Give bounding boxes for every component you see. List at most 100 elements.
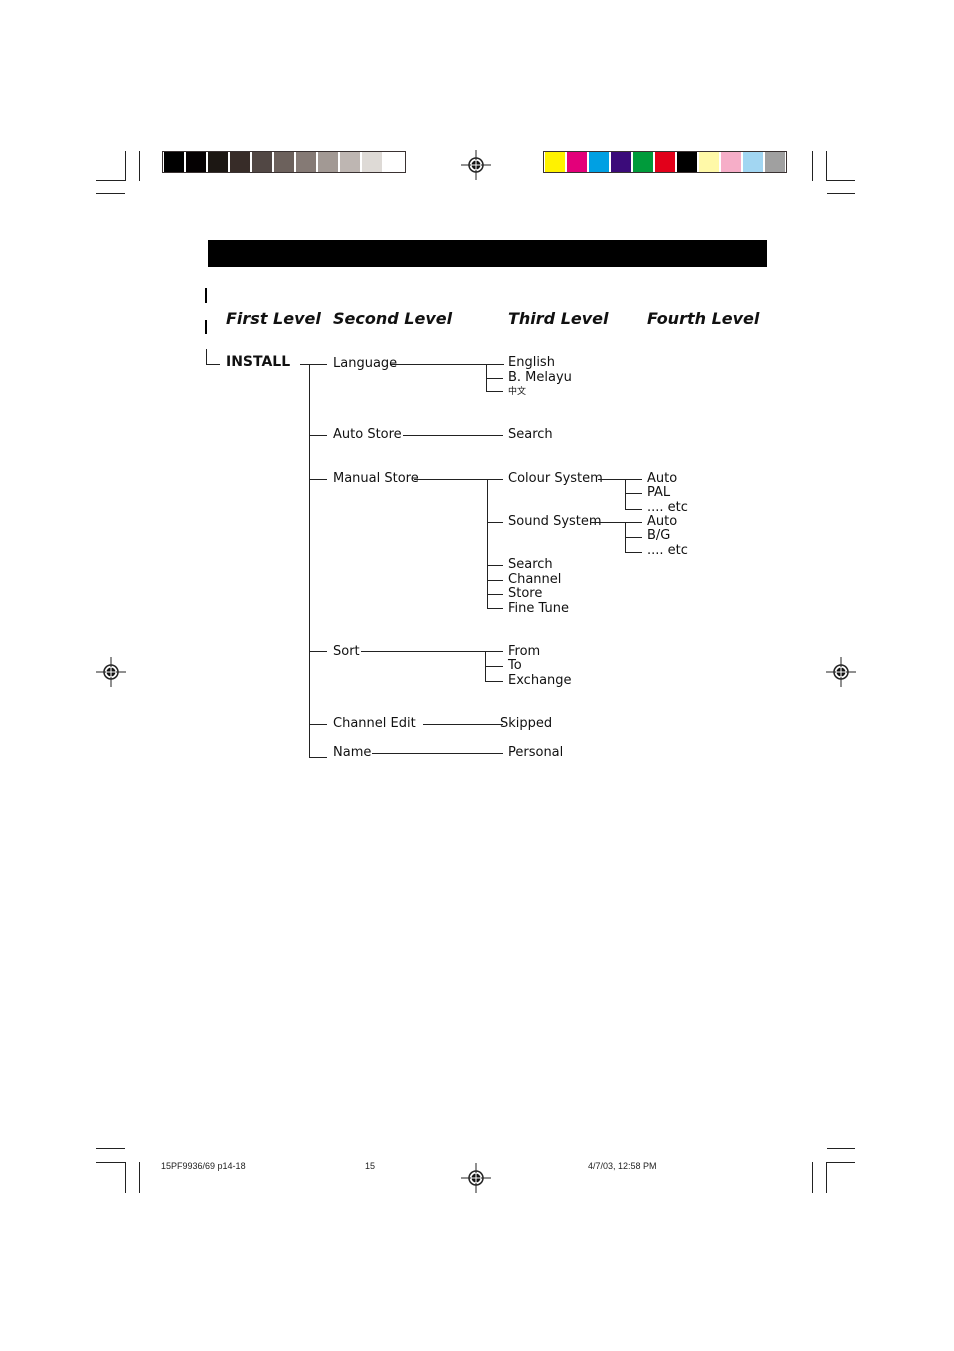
grayscale-colorbar xyxy=(162,151,406,173)
option-auto-search: Search xyxy=(508,427,553,442)
registration-mark-icon xyxy=(96,657,126,687)
tree-connector xyxy=(310,651,327,652)
color-swatch xyxy=(340,152,360,172)
color-swatch xyxy=(743,152,763,172)
crop-mark xyxy=(827,193,855,194)
section-title-bar xyxy=(208,240,767,267)
crop-mark xyxy=(125,1162,126,1193)
tree-connector xyxy=(487,479,488,609)
tree-connector xyxy=(485,666,503,667)
option-from: From xyxy=(508,644,541,659)
tree-connector xyxy=(487,608,503,609)
registration-mark-icon xyxy=(461,1163,491,1193)
tree-connector xyxy=(487,565,503,566)
tree-connector xyxy=(403,435,503,436)
tree-connector xyxy=(206,349,207,364)
crop-mark xyxy=(125,151,126,181)
option-chinese: 中文 xyxy=(508,387,527,397)
menu-item-channel-edit: Channel Edit xyxy=(333,716,416,731)
color-swatch xyxy=(611,152,631,172)
footer-timestamp: 4/7/03, 12:58 PM xyxy=(588,1161,657,1171)
tree-connector xyxy=(391,364,504,365)
tree-connector xyxy=(625,493,642,494)
heading-third-level: Third Level xyxy=(508,309,609,328)
option-personal: Personal xyxy=(508,745,564,760)
tree-connector xyxy=(310,435,327,436)
option-english: English xyxy=(508,355,555,370)
option-sound-etc: .... etc xyxy=(647,543,688,558)
menu-item-name: Name xyxy=(333,745,372,760)
option-to: To xyxy=(508,658,522,673)
tree-connector xyxy=(591,522,642,523)
tree-connector xyxy=(486,391,503,392)
option-search: Search xyxy=(508,557,553,572)
crop-mark xyxy=(827,1148,855,1149)
option-colour-pal: PAL xyxy=(647,485,671,500)
option-colour-auto: Auto xyxy=(647,471,678,486)
color-swatch xyxy=(164,152,184,172)
option-sound-bg: B/G xyxy=(647,528,671,543)
margin-mark xyxy=(205,288,207,303)
option-store: Store xyxy=(508,586,543,601)
tree-connector xyxy=(598,479,642,480)
tree-connector xyxy=(625,509,642,510)
tree-connector xyxy=(310,479,327,480)
option-b-melayu: B. Melayu xyxy=(508,370,572,385)
tree-connector xyxy=(361,651,503,652)
option-exchange: Exchange xyxy=(508,673,572,688)
option-sound-auto: Auto xyxy=(647,514,678,529)
tree-connector xyxy=(206,364,220,365)
crop-mark xyxy=(826,151,827,181)
color-swatch xyxy=(208,152,228,172)
crop-mark xyxy=(826,1162,827,1193)
color-swatch xyxy=(567,152,587,172)
color-swatch xyxy=(655,152,675,172)
crop-mark xyxy=(96,193,125,194)
color-swatch xyxy=(384,152,404,172)
tree-connector xyxy=(414,479,503,480)
tree-connector xyxy=(487,522,503,523)
tree-connector xyxy=(372,753,503,754)
color-swatch xyxy=(230,152,250,172)
heading-second-level: Second Level xyxy=(333,309,453,328)
color-swatch xyxy=(677,152,697,172)
tree-connector xyxy=(625,552,642,553)
tree-connector xyxy=(486,378,503,379)
color-swatch xyxy=(589,152,609,172)
tree-connector xyxy=(423,724,503,725)
tree-connector xyxy=(310,724,327,725)
option-fine-tune: Fine Tune xyxy=(508,601,569,616)
color-swatch xyxy=(545,152,565,172)
menu-item-sort: Sort xyxy=(333,644,360,659)
color-swatch xyxy=(721,152,741,172)
heading-first-level: First Level xyxy=(226,309,321,328)
color-swatch xyxy=(296,152,316,172)
crop-mark xyxy=(812,151,813,181)
tree-root-install: INSTALL xyxy=(226,354,291,370)
crop-mark xyxy=(96,180,125,181)
footer-page-number: 15 xyxy=(365,1161,376,1171)
registration-mark-icon xyxy=(461,150,491,180)
option-sound-system: Sound System xyxy=(508,514,602,529)
tree-connector xyxy=(487,594,503,595)
color-swatch xyxy=(274,152,294,172)
crop-mark xyxy=(812,1162,813,1193)
crop-mark xyxy=(96,1148,125,1149)
color-swatch xyxy=(633,152,653,172)
menu-item-language: Language xyxy=(333,356,398,371)
tree-connector xyxy=(625,537,642,538)
crop-mark xyxy=(96,1162,125,1163)
tree-connector xyxy=(625,479,626,509)
crop-mark xyxy=(827,1162,855,1163)
heading-fourth-level: Fourth Level xyxy=(647,309,760,328)
crop-mark xyxy=(827,180,855,181)
color-swatch xyxy=(318,152,338,172)
footer-doc-id: 15PF9936/69 p14-18 xyxy=(161,1161,246,1171)
crop-mark xyxy=(139,151,140,181)
color-swatch xyxy=(765,152,785,172)
option-colour-system: Colour System xyxy=(508,471,603,486)
menu-item-manual-store: Manual Store xyxy=(333,471,419,486)
option-colour-etc: .... etc xyxy=(647,500,688,515)
registration-mark-icon xyxy=(826,657,856,687)
menu-item-auto-store: Auto Store xyxy=(333,427,402,442)
